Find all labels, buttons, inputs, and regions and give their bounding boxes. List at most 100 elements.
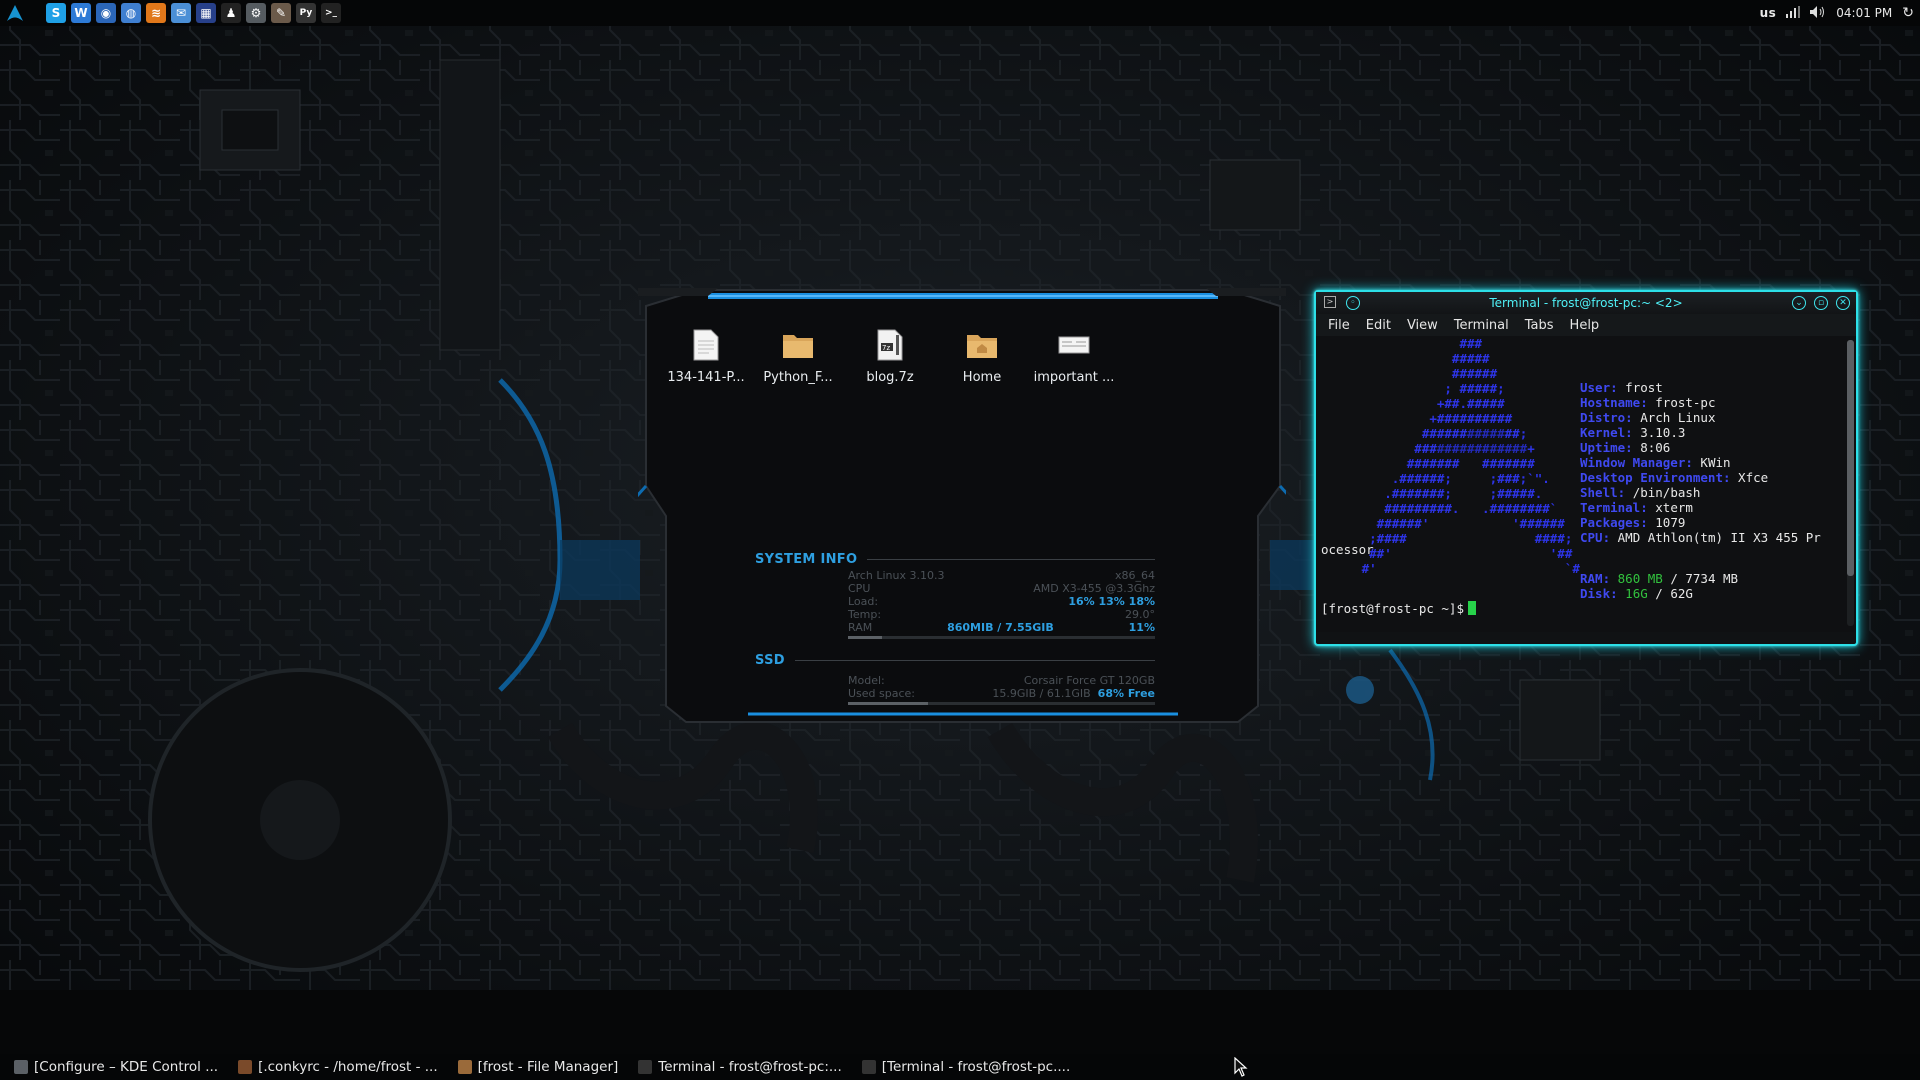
arch-linux-icon: [7, 5, 23, 21]
temp-label: Temp:: [848, 608, 882, 621]
document-icon[interactable]: [1057, 328, 1091, 362]
close-button[interactable]: ✕: [1836, 296, 1850, 310]
menu-item-view[interactable]: View: [1399, 318, 1446, 333]
folder-icon[interactable]: [781, 328, 815, 362]
info-key: Terminal:: [1580, 500, 1648, 515]
taskbar-item-label: [.conkyrc - /home/frost - ...: [258, 1059, 438, 1075]
menu-item-terminal[interactable]: Terminal: [1446, 318, 1517, 333]
desktop-icon-grid: 134-141-P... Python_F... 7z blog.7z Home impo…: [660, 328, 1120, 385]
browser-icon[interactable]: ◉: [96, 3, 116, 23]
info-value: 8:06: [1640, 440, 1671, 455]
menu-item-tabs[interactable]: Tabs: [1517, 318, 1562, 333]
info-key: Hostname:: [1580, 395, 1648, 410]
cpu-label: CPU: [848, 582, 871, 595]
python-icon[interactable]: Py: [296, 3, 316, 23]
info-value: xterm: [1655, 500, 1693, 515]
cpu-row: CPU AMD X3-455 @3.3Ghz: [848, 582, 1155, 595]
skype-icon[interactable]: S: [46, 3, 66, 23]
taskbar-item[interactable]: Terminal - frost@frost-pc:...: [624, 1054, 847, 1080]
ram-key: RAM:: [1580, 571, 1611, 586]
terminal-scrollbar[interactable]: [1847, 340, 1854, 626]
os-value: Arch Linux 3.10.3: [848, 569, 945, 582]
info-value: AMD Athlon(tm) II X3 455 Pr: [1617, 530, 1821, 545]
ram-total: / 7734 MB: [1670, 571, 1739, 586]
maximize-button[interactable]: ▫: [1814, 296, 1828, 310]
desktop-item-label: 134-141-P...: [667, 370, 745, 385]
info-line: Packages: 1079: [1580, 515, 1821, 530]
tux-icon[interactable]: ♟: [221, 3, 241, 23]
system-info-list: User: frost Hostname: frost-pc Distro: Arc…: [1580, 380, 1821, 545]
taskbar: [Configure – KDE Control ... [.conkyrc - …: [0, 1054, 1920, 1080]
keyboard-layout-indicator[interactable]: us: [1760, 6, 1777, 20]
desktop-item-label: Home: [962, 370, 1002, 385]
refresh-icon[interactable]: ↻: [1902, 5, 1914, 21]
document-icon[interactable]: [689, 328, 723, 362]
info-value: 3.10.3: [1640, 425, 1686, 440]
desktop-item[interactable]: Home: [936, 328, 1028, 385]
menu-item-edit[interactable]: Edit: [1358, 318, 1399, 333]
info-key: Uptime:: [1580, 440, 1633, 455]
taskbar-item[interactable]: [frost - File Manager]: [444, 1054, 625, 1080]
ram-used: 860 MB: [1617, 571, 1663, 586]
taskbar-item[interactable]: [.conkyrc - /home/frost - ...: [224, 1054, 444, 1080]
info-key: Kernel:: [1580, 425, 1633, 440]
desktop-item[interactable]: Python_F...: [752, 328, 844, 385]
ram-usage-fill: [848, 636, 882, 639]
shell-prompt: [frost@frost-pc ~]$: [1321, 601, 1464, 616]
arch-ascii-logo: ### ##### ###### ; #####; +##.##### +###…: [1361, 336, 1580, 576]
terminal-title: Terminal - frost@frost-pc:~ <2>: [1489, 296, 1683, 310]
used-space-value: 15.9GIB / 61.1GIB: [992, 687, 1091, 700]
writer-icon[interactable]: W: [71, 3, 91, 23]
info-line: Desktop Environment: Xfce: [1580, 470, 1821, 485]
info-value: Arch Linux: [1640, 410, 1716, 425]
desktop-item-label: blog.7z: [866, 370, 914, 385]
text-editor-icon: [238, 1060, 253, 1074]
desktop-item-label: Python_F...: [763, 370, 833, 385]
clock[interactable]: 04:01 PM: [1836, 6, 1892, 20]
desktop-item[interactable]: important ...: [1028, 328, 1120, 385]
menu-item-help[interactable]: Help: [1562, 318, 1608, 333]
scrollbar-thumb[interactable]: [1847, 340, 1854, 576]
ssd-body: Model: Corsair Force GT 120GB Used space…: [848, 674, 1155, 705]
memory-disk-list: RAM: 860 MB / 7734 MB Disk: 16G / 62G: [1580, 556, 1738, 601]
load-row: Load: 16% 13% 18%: [848, 595, 1155, 608]
gimp-icon[interactable]: ✎: [271, 3, 291, 23]
menu-item-file[interactable]: File: [1320, 318, 1358, 333]
terminal-titlebar[interactable]: > ◦ Terminal - frost@frost-pc:~ <2> ⌄ ▫ …: [1316, 292, 1856, 314]
minimize-button[interactable]: ⌄: [1792, 296, 1806, 310]
rss-icon[interactable]: ≋: [146, 3, 166, 23]
info-key: Distro:: [1580, 410, 1633, 425]
volume-icon[interactable]: [1810, 5, 1826, 21]
info-line: CPU: AMD Athlon(tm) II X3 455 Pr: [1580, 530, 1821, 545]
disk-used: 16G: [1625, 586, 1648, 601]
home-folder-icon[interactable]: [965, 328, 999, 362]
mouse-pointer-icon: [1234, 1057, 1248, 1077]
info-line: Uptime: 8:06: [1580, 440, 1821, 455]
system-tray: us 04:01 PM ↻: [1760, 0, 1920, 26]
terminal-output[interactable]: ### ##### ###### ; #####; +##.##### +###…: [1316, 336, 1856, 632]
mail-icon[interactable]: ✉: [171, 3, 191, 23]
settings-icon[interactable]: ⚙: [246, 3, 266, 23]
taskbar-item[interactable]: [Terminal - frost@frost-pc....: [848, 1054, 1077, 1080]
info-value: 1079: [1655, 515, 1686, 530]
used-space-row: Used space: 15.9GIB / 61.1GIB 68% Free: [848, 687, 1155, 700]
globe-icon[interactable]: ◍: [121, 3, 141, 23]
taskbar-item[interactable]: [Configure – KDE Control ...: [0, 1054, 224, 1080]
desktop-item[interactable]: 7z blog.7z: [844, 328, 936, 385]
terminal-menubar: File Edit View Terminal Tabs Help: [1316, 314, 1856, 336]
info-line: User: frost: [1580, 380, 1821, 395]
info-value: frost-pc: [1655, 395, 1716, 410]
apps-icon[interactable]: ▦: [196, 3, 216, 23]
system-info-body: Arch Linux 3.10.3 x86_64 CPU AMD X3-455 …: [848, 569, 1155, 639]
network-signal-icon[interactable]: [1786, 5, 1801, 21]
ram-row: RAM 860MIB / 7.55GIB 11%: [848, 621, 1155, 634]
desktop-item[interactable]: 134-141-P...: [660, 328, 752, 385]
application-menu-button[interactable]: [2, 0, 28, 26]
archive-icon[interactable]: 7z: [873, 328, 907, 362]
wrapped-output: ocessor: [1321, 542, 1374, 557]
shell-prompt-line[interactable]: [frost@frost-pc ~]$: [1321, 601, 1476, 616]
info-line: Distro: Arch Linux: [1580, 410, 1821, 425]
info-key: Shell:: [1580, 485, 1626, 500]
terminal-window[interactable]: > ◦ Terminal - frost@frost-pc:~ <2> ⌄ ▫ …: [1314, 290, 1858, 646]
terminal-icon[interactable]: >_: [321, 3, 341, 23]
